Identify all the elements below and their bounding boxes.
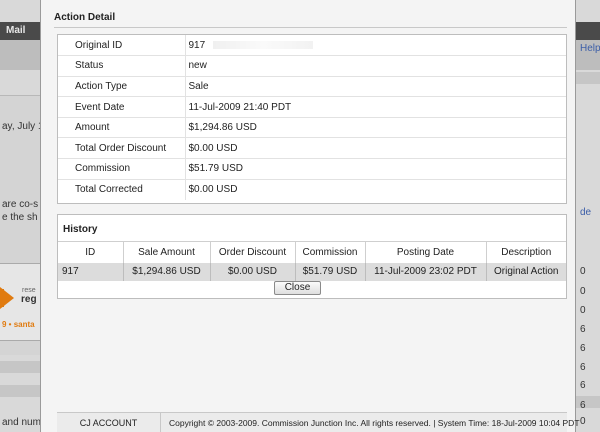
background-right-link[interactable]: de — [580, 207, 591, 218]
background-right-value: 6 — [580, 324, 586, 335]
column-header-commission: Commission — [295, 241, 366, 263]
detail-label: Amount — [58, 117, 186, 139]
column-header-description: Description — [486, 241, 566, 263]
detail-row: Action Type Sale — [58, 76, 566, 98]
detail-value: 917 — [188, 39, 206, 51]
detail-value: Sale — [185, 76, 566, 98]
table-row: 917 $1,294.86 USD $0.00 USD $51.79 USD 1… — [58, 262, 566, 281]
cell-sale-amount: $1,294.86 USD — [123, 262, 211, 281]
detail-value: $1,294.86 USD — [185, 117, 566, 139]
history-title: History — [63, 224, 98, 235]
cell-posting-date: 11-Jul-2009 23:02 PDT — [365, 262, 487, 281]
background-right-value: 0 — [580, 305, 586, 316]
dialog-footer: CJ ACCOUNT MANAGER Copyright © 2003-2009… — [57, 412, 580, 432]
detail-label: Total Order Discount — [58, 137, 186, 160]
background-right-value: 6 — [580, 343, 586, 354]
banner-arrow-icon — [0, 287, 14, 309]
background-footer-text: and num — [2, 417, 41, 428]
detail-value-cell: 917 — [185, 35, 566, 57]
detail-row: Status new — [58, 55, 566, 77]
background-right-value: 0 — [580, 286, 586, 297]
background-body-line-1: are co-s — [2, 199, 39, 210]
detail-table: Original ID 917 Status new Action Type S… — [58, 35, 566, 200]
title-divider — [54, 27, 567, 28]
background-right-value: 0 — [580, 266, 586, 277]
detail-value: new — [185, 55, 566, 77]
background-row — [0, 385, 40, 397]
close-button[interactable]: Close — [274, 281, 321, 295]
footer-copyright: Copyright © 2003-2009. Commission Juncti… — [169, 418, 580, 428]
detail-label: Event Date — [58, 96, 186, 118]
help-link[interactable]: Help — [580, 43, 600, 54]
column-header-order-discount: Order Discount — [210, 241, 296, 263]
dialog-title: Action Detail — [54, 12, 116, 23]
background-row — [0, 361, 40, 373]
background-body-text: are co-s e the sh — [2, 198, 38, 224]
background-right-row — [576, 72, 600, 84]
cell-order-discount: $0.00 USD — [210, 262, 296, 281]
detail-row: Amount $1,294.86 USD — [58, 117, 566, 139]
column-header-posting-date: Posting Date — [365, 241, 487, 263]
cell-commission: $51.79 USD — [295, 262, 366, 281]
banner-tagline: 9 • santa — [2, 320, 35, 329]
nav-mail-link[interactable]: Mail — [6, 25, 25, 36]
footer-brand: CJ ACCOUNT MANAGER — [57, 413, 161, 432]
background-body-line-2: e the sh — [2, 212, 38, 223]
action-detail-panel: Original ID 917 Status new Action Type S… — [57, 34, 567, 204]
detail-value: $0.00 USD — [188, 184, 238, 196]
history-table: ID Sale Amount Order Discount Commission… — [58, 241, 566, 281]
detail-label: Total Corrected — [58, 179, 186, 200]
cell-description: Original Action — [486, 262, 566, 281]
detail-row: Total Corrected $0.00 USD — [58, 179, 566, 200]
detail-label: Commission — [58, 158, 186, 180]
detail-value: $51.79 USD — [185, 158, 566, 180]
background-right-value: 6 — [580, 362, 586, 373]
detail-row: Event Date 11-Jul-2009 21:40 PDT — [58, 96, 566, 118]
background-right-value: 6 — [580, 380, 586, 391]
background-date-text: ay, July 1 — [2, 121, 44, 132]
detail-label: Action Type — [58, 76, 186, 98]
banner-text-small: rese — [22, 287, 36, 294]
history-header-row: ID Sale Amount Order Discount Commission… — [58, 241, 566, 263]
detail-value: 11-Jul-2009 21:40 PDT — [185, 96, 566, 118]
detail-value: $0.00 USD — [185, 137, 566, 160]
detail-row: Original ID 917 — [58, 35, 566, 57]
redacted-text — [213, 40, 314, 49]
cell-id: 917 — [58, 262, 124, 281]
background-right-value: 6 — [580, 400, 586, 411]
background-right-value: 0 — [580, 416, 586, 427]
action-detail-dialog: Action Detail Original ID 917 Status new… — [40, 0, 580, 432]
detail-label: Status — [58, 55, 186, 77]
detail-row: Total Order Discount $0.00 USD — [58, 137, 566, 160]
detail-row: Commission $51.79 USD — [58, 158, 566, 180]
column-header-sale-amount: Sale Amount — [123, 241, 211, 263]
detail-label: Original ID — [58, 35, 186, 57]
banner-text-bold: reg — [21, 294, 37, 305]
column-header-id: ID — [58, 241, 124, 263]
